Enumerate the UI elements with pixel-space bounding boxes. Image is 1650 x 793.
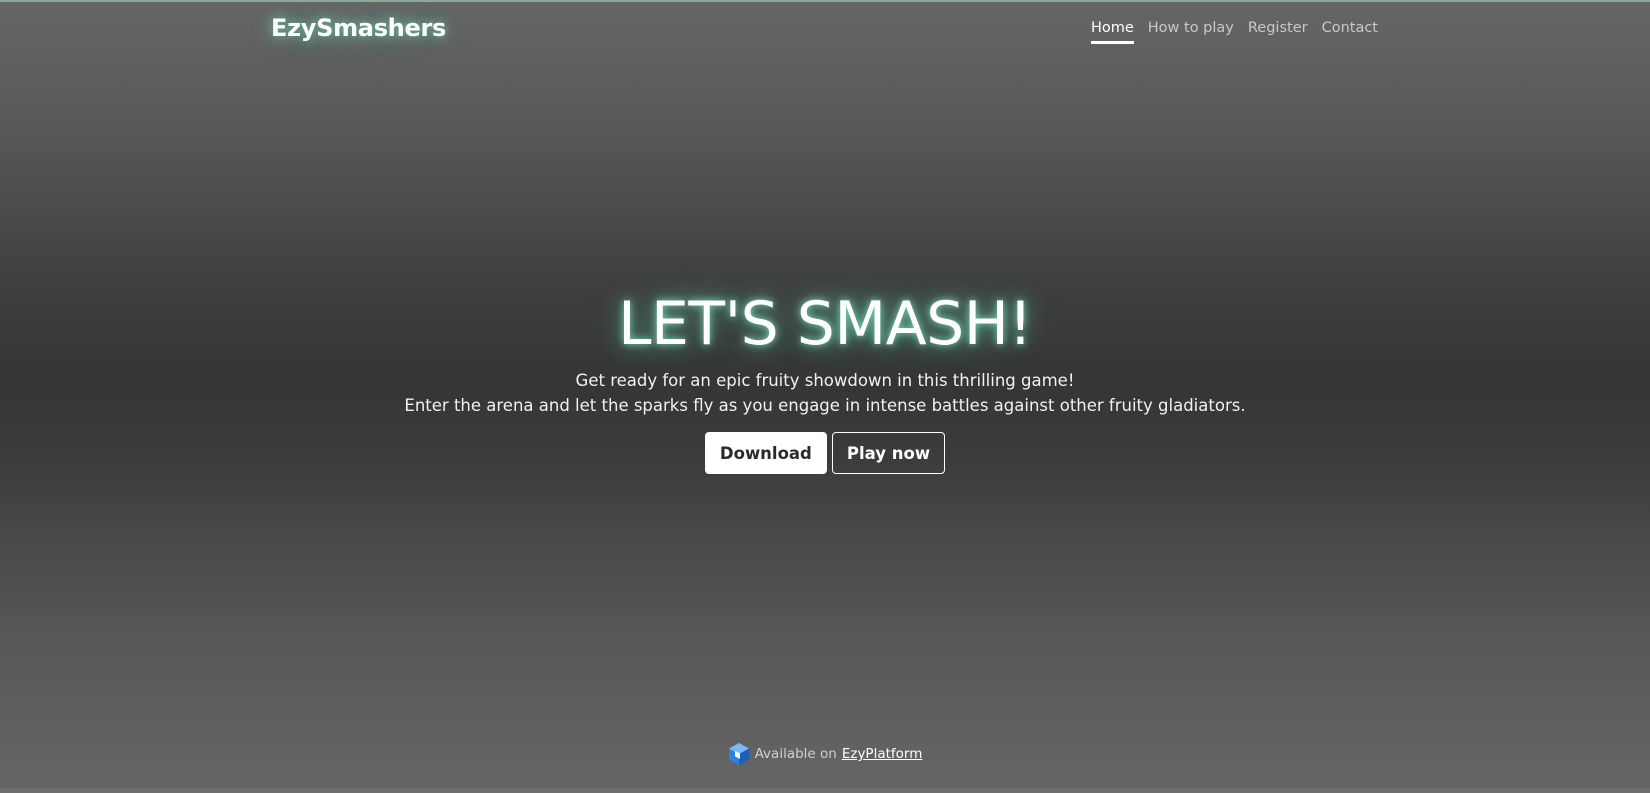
footer-available-text: Available on [754,746,837,762]
nav-item-register[interactable]: Register [1248,20,1308,44]
nav-item-contact[interactable]: Contact [1322,20,1378,44]
hero-title: LET'S SMASH! [618,289,1032,359]
nav-item-how-to-play[interactable]: How to play [1148,20,1234,44]
ezyplatform-cube-svg [728,743,749,765]
brand-logo-text[interactable]: EzySmashers [271,14,446,42]
footer-platform-link[interactable]: EzyPlatform [842,746,923,762]
hero-tagline-2: Enter the arena and let the sparks fly a… [404,396,1246,415]
play-now-button[interactable]: Play now [831,432,946,474]
footer: Available on EzyPlatform [0,742,1650,766]
nav-item-home[interactable]: Home [1090,20,1134,44]
main-nav: Home How to play Register Contact [1090,20,1378,44]
ezyplatform-cube-icon [728,742,750,766]
hero-section: LET'S SMASH! Get ready for an epic fruit… [0,288,1650,474]
bottom-band [0,789,1650,793]
hero-tagline-1: Get ready for an epic fruity showdown in… [575,371,1075,390]
hero-buttons: Download Play now [0,432,1650,474]
download-button[interactable]: Download [704,432,827,474]
top-accent-line [0,0,1650,2]
